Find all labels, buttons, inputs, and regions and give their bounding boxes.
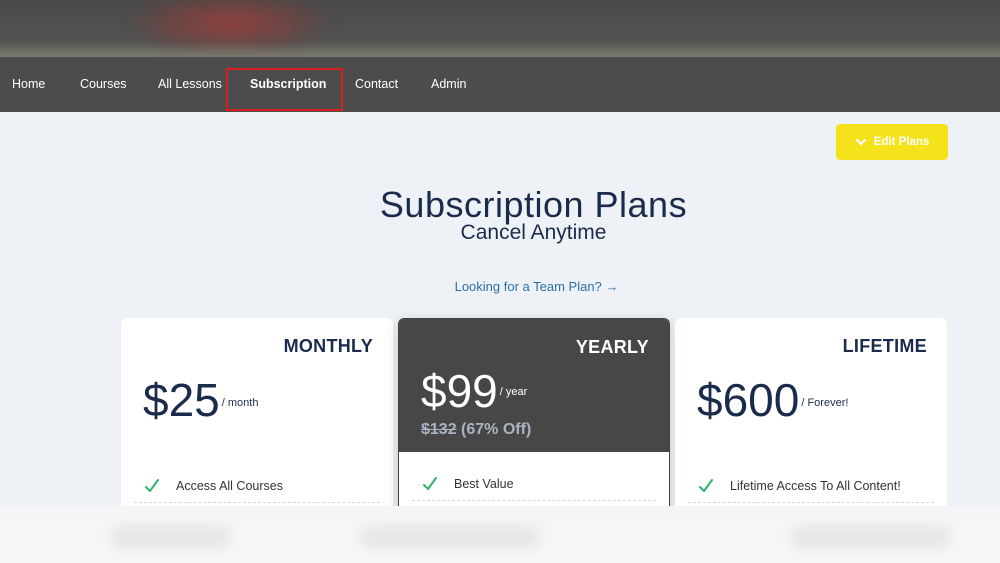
plan-price: $25 / month [143, 373, 258, 427]
original-price: $132 (67% Off) [421, 421, 531, 439]
plan-name: MONTHLY [283, 336, 373, 356]
plan-card-lifetime[interactable]: LIFETIME $600 / Forever! Lifetime Access… [675, 318, 947, 518]
price-amount: $25 [143, 374, 220, 426]
feature-text: Access All Courses [176, 479, 283, 493]
checkmark-icon [422, 476, 442, 492]
price-period: / year [499, 386, 528, 398]
nav-contact[interactable]: Contact [355, 57, 398, 112]
checkmark-icon [144, 478, 164, 494]
edit-plans-label: Edit Plans [873, 136, 930, 148]
nav-admin[interactable]: Admin [431, 57, 466, 112]
plan-name: LIFETIME [842, 336, 927, 356]
feature-text: Lifetime Access To All Content! [730, 479, 901, 493]
discount-label: (67% Off) [461, 421, 532, 438]
plan-name: YEARLY [575, 337, 649, 357]
page-subtitle: Cancel Anytime [460, 221, 607, 244]
strikethrough-price: $132 [421, 421, 457, 438]
plan-price: $600 / Forever! [697, 373, 848, 427]
price-period: / month [221, 397, 259, 409]
plan-feature: Access All Courses [134, 470, 380, 503]
price-amount: $99 [421, 365, 498, 417]
bottom-overlay [0, 506, 1000, 563]
plan-price: $99 / year [421, 364, 527, 418]
chevron-down-icon [855, 136, 867, 148]
feature-text: Best Value [454, 477, 514, 491]
price-amount: $600 [697, 374, 800, 426]
plan-card-monthly[interactable]: MONTHLY $25 / month Access All Courses [121, 318, 393, 518]
price-period: / Forever! [801, 397, 849, 409]
plan-card-yearly[interactable]: YEARLY $99 / year $132 (67% Off) Best Va… [398, 318, 670, 518]
plan-feature: Lifetime Access To All Content! [688, 470, 934, 503]
nav-all-lessons[interactable]: All Lessons [158, 57, 222, 112]
edit-plans-button[interactable]: Edit Plans [836, 124, 948, 160]
hero-banner [0, 0, 1000, 57]
plan-feature: Best Value [412, 468, 656, 501]
nav-courses[interactable]: Courses [80, 57, 127, 112]
checkmark-icon [698, 478, 718, 494]
team-plan-link[interactable]: Looking for a Team Plan? → [0, 279, 1000, 294]
active-nav-highlight [226, 68, 343, 111]
page-title: Subscription Plans [379, 184, 688, 225]
nav-home[interactable]: Home [12, 57, 45, 112]
main-navbar: Home Courses All Lessons Subscription Co… [0, 57, 1000, 112]
